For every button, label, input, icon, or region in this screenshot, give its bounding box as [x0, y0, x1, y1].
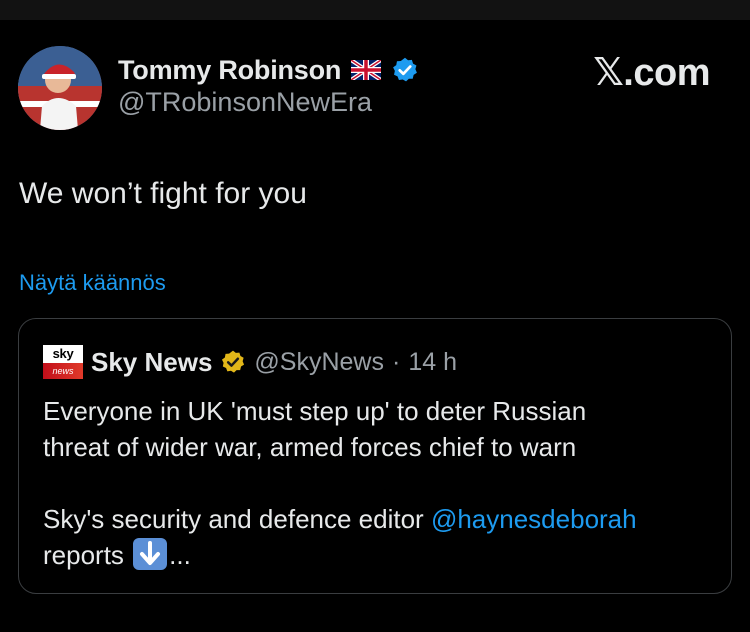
quote-timestamp[interactable]: 14 h: [408, 348, 457, 377]
quote-line-4: reports ...: [43, 537, 713, 573]
author-name-row: Tommy Robinson: [118, 53, 419, 87]
author-handle[interactable]: @TRobinsonNewEra: [118, 87, 372, 118]
quote-separator: ·: [391, 347, 401, 376]
sky-news-logo[interactable]: sky news: [43, 345, 83, 379]
sky-logo-top: sky: [43, 345, 83, 363]
quote-body: Everyone in UK 'must step up' to deter R…: [43, 393, 713, 573]
quote-tweet-card[interactable]: sky news Sky News @SkyNews · 14 h Everyo…: [18, 318, 732, 594]
top-bar: [0, 0, 750, 20]
quote-line-4-text: reports: [43, 540, 132, 570]
tweet-text: We won’t fight for you: [19, 177, 307, 210]
verified-gold-check-icon: [222, 350, 245, 373]
author-display-name[interactable]: Tommy Robinson: [118, 55, 341, 86]
quote-line-3: Sky's security and defence editor @hayne…: [43, 501, 713, 537]
translate-link[interactable]: Näytä käännös: [19, 270, 166, 296]
avatar-image: [18, 46, 102, 130]
quote-line-3-text: Sky's security and defence editor: [43, 504, 431, 534]
quote-ellipsis: ...: [169, 540, 191, 570]
quote-author-handle[interactable]: @SkyNews: [254, 348, 384, 377]
sky-logo-bottom: news: [43, 363, 83, 379]
quote-author-name[interactable]: Sky News: [91, 347, 212, 378]
quote-header: sky news Sky News @SkyNews · 14 h: [43, 345, 457, 379]
uk-flag-icon: [351, 60, 382, 80]
brand-text: 𝕏.com: [593, 52, 710, 94]
brand-label: 𝕏.com: [593, 50, 710, 95]
quote-line-1: Everyone in UK 'must step up' to deter R…: [43, 396, 587, 426]
down-arrow-emoji-icon: [133, 538, 168, 570]
quote-line-2: threat of wider war, armed forces chief …: [43, 432, 577, 462]
verified-blue-check-icon: [393, 57, 418, 82]
avatar[interactable]: [18, 46, 102, 130]
mention-link[interactable]: @haynesdeborah: [431, 504, 637, 534]
